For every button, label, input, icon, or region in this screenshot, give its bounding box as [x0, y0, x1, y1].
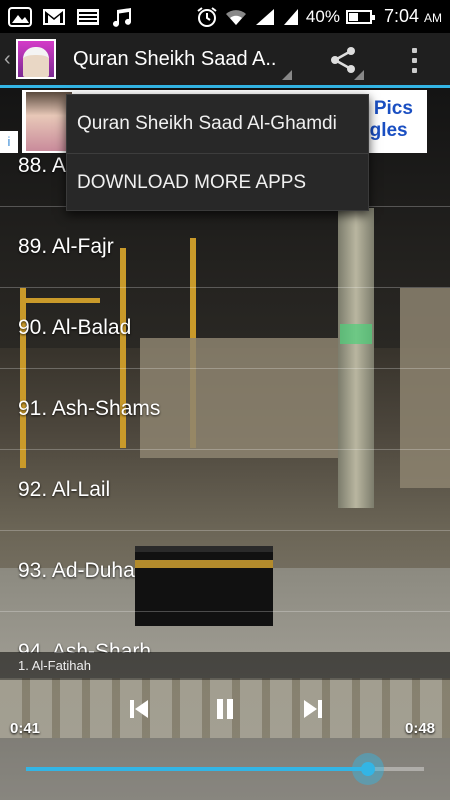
action-bar: ‹ Quran Sheikh Saad A..	[0, 33, 450, 88]
list-item[interactable]: 91. Ash-Shams	[0, 369, 450, 450]
list-item[interactable]: 90. Al-Balad	[0, 288, 450, 369]
wifi-icon	[225, 9, 246, 25]
list-item[interactable]: 89. Al-Fajr	[0, 207, 450, 288]
overflow-menu-icon[interactable]	[404, 44, 424, 76]
gmail-icon	[43, 8, 65, 25]
list-item[interactable]: 92. Al-Lail	[0, 450, 450, 531]
menu-item-app-name[interactable]: Quran Sheikh Saad Al-Ghamdi	[67, 95, 368, 153]
audio-player: 0:41 0:48	[0, 680, 450, 800]
list-item[interactable]: 93. Ad-Duha	[0, 531, 450, 612]
next-track-icon[interactable]	[302, 698, 324, 720]
signal-icon	[255, 8, 274, 25]
alarm-icon	[197, 6, 217, 27]
app-logo[interactable]	[16, 39, 56, 79]
status-ampm: AM	[424, 11, 442, 25]
data-signal-icon	[283, 8, 298, 25]
overflow-popup-menu: Quran Sheikh Saad Al-Ghamdi DOWNLOAD MOR…	[66, 94, 369, 211]
menu-item-download-more-apps[interactable]: DOWNLOAD MORE APPS	[67, 153, 368, 211]
total-duration: 0:48	[405, 720, 436, 737]
wallpaper-icon	[8, 6, 32, 27]
ad-info-icon[interactable]: i	[0, 131, 18, 153]
battery-icon	[345, 9, 375, 24]
battery-percent: 40%	[305, 6, 340, 26]
elapsed-time: 0:41	[10, 720, 41, 737]
status-bar: 40% 7:04 AM	[0, 0, 450, 33]
pause-icon[interactable]	[214, 698, 236, 720]
share-dropdown-indicator-icon	[354, 70, 364, 80]
page-title[interactable]: Quran Sheikh Saad A..	[73, 48, 276, 71]
back-chevron-icon[interactable]: ‹	[4, 48, 14, 71]
previous-track-icon[interactable]	[128, 698, 150, 720]
surah-list[interactable]: 88. Al-Ghashiyah 89. Al-Fajr 90. Al-Bala…	[0, 153, 450, 653]
keyboard-icon	[77, 8, 99, 25]
list-item[interactable]: 94. Ash-Sharh	[0, 612, 450, 653]
seek-thumb[interactable]	[352, 753, 385, 785]
title-dropdown-indicator-icon	[282, 70, 292, 80]
status-time: 7:04	[383, 6, 419, 26]
music-icon	[113, 7, 131, 27]
now-playing-label: 1. Al-Fatihah	[0, 652, 450, 680]
